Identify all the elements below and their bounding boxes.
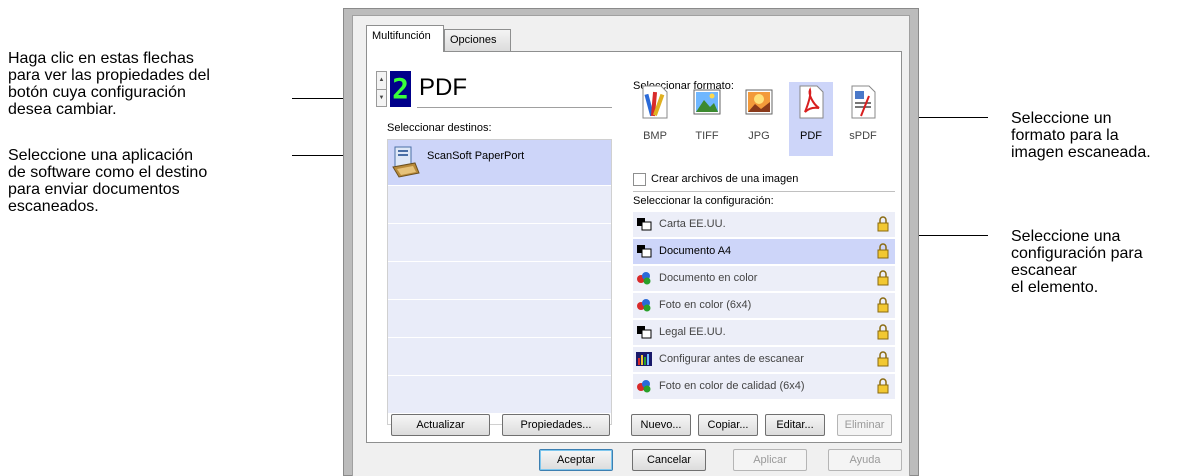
format-tiff[interactable]: TIFF <box>685 82 729 156</box>
format-label: PDF <box>800 130 822 142</box>
config-item-carta[interactable]: Carta EE.UU. <box>633 212 895 237</box>
apply-button[interactable]: Aplicar <box>733 449 807 471</box>
destination-empty-row[interactable] <box>388 376 611 414</box>
bw-document-icon <box>637 245 652 258</box>
lock-icon <box>877 324 889 340</box>
format-pdf[interactable]: PDF <box>789 82 833 156</box>
format-label: JPG <box>748 130 770 142</box>
lock-icon <box>877 243 889 259</box>
edit-button[interactable]: Editar... <box>765 414 825 436</box>
separator <box>633 191 895 192</box>
config-item-documento-a4[interactable]: Documento A4 <box>633 239 895 264</box>
format-label: BMP <box>643 130 667 142</box>
config-item-label: Documento en color <box>659 272 758 284</box>
button-name-underline <box>417 107 612 108</box>
callout-config: Seleccione una configuración para escane… <box>1011 228 1143 296</box>
pdf-icon <box>799 85 824 119</box>
format-label: TIFF <box>695 130 719 142</box>
callout-app-line-3: para enviar documentos <box>8 181 180 198</box>
callout-app-line-4: escaneados. <box>8 198 99 215</box>
format-spdf[interactable]: sPDF <box>841 82 885 156</box>
lock-icon <box>877 378 889 394</box>
callout-arrows-line-3: botón cuya configuración <box>8 84 186 101</box>
bw-document-icon <box>637 326 652 339</box>
destination-empty-row[interactable] <box>388 338 611 376</box>
color-photo-icon <box>637 380 651 393</box>
tab-multifuncion[interactable]: Multifunción <box>366 25 444 52</box>
color-document-icon <box>637 272 651 285</box>
callout-arrows-line-2: para ver las propiedades del <box>8 67 210 84</box>
spinner-down-icon[interactable]: ▼ <box>377 89 386 106</box>
spinner-up-icon[interactable]: ▲ <box>377 72 386 89</box>
callout-app-line-2: de software como el destino <box>8 164 208 181</box>
callout-config-line-1: Seleccione una <box>1011 228 1121 245</box>
configurations-label: Seleccionar la configuración: <box>633 195 774 207</box>
callout-config-line-2: configuración para <box>1011 245 1143 262</box>
format-bmp[interactable]: BMP <box>633 82 677 156</box>
callout-app-line-1: Seleccione una aplicación <box>8 147 194 164</box>
button-number-display: 2 <box>390 71 411 107</box>
callout-config-line-4: el elemento. <box>1011 279 1099 296</box>
destination-empty-row[interactable] <box>388 262 611 300</box>
button-name: PDF <box>419 74 467 101</box>
configuration-list[interactable]: Carta EE.UU. Documento A4 Documento en c… <box>633 212 895 401</box>
format-jpg[interactable]: JPG <box>737 82 781 156</box>
destination-item-paperport[interactable]: ScanSoft PaperPort <box>388 140 611 186</box>
configure-bars-icon <box>636 352 652 366</box>
lock-icon <box>877 297 889 313</box>
config-item-label: Configurar antes de escanear <box>659 353 804 365</box>
lock-icon <box>877 351 889 367</box>
update-button[interactable]: Actualizar <box>391 414 490 436</box>
callout-format: Seleccione un formato para la imagen esc… <box>1011 110 1151 161</box>
callout-format-line-2: formato para la <box>1011 127 1119 144</box>
properties-button[interactable]: Propiedades... <box>502 414 610 436</box>
spdf-icon <box>851 85 876 119</box>
config-item-label: Documento A4 <box>659 245 732 257</box>
single-image-checkbox-label: Crear archivos de una imagen <box>651 173 799 185</box>
destination-list[interactable]: ScanSoft PaperPort <box>387 139 612 425</box>
callout-arrows: Haga clic en estas flechas para ver las … <box>8 50 210 118</box>
copy-button[interactable]: Copiar... <box>698 414 758 436</box>
config-item-label: Carta EE.UU. <box>659 218 726 230</box>
lock-icon <box>877 216 889 232</box>
callout-format-line-1: Seleccione un <box>1011 110 1112 127</box>
destination-item-label: ScanSoft PaperPort <box>427 150 525 162</box>
single-image-checkbox[interactable] <box>633 173 646 186</box>
dialog-body: Multifunción Opciones ▲ ▼ 2 PDF Seleccio… <box>352 15 910 476</box>
help-button[interactable]: Ayuda <box>828 449 902 471</box>
new-button[interactable]: Nuevo... <box>631 414 691 436</box>
config-item-configurar-antes[interactable]: Configurar antes de escanear <box>633 347 895 372</box>
tiff-icon <box>693 89 721 115</box>
config-item-foto-color[interactable]: Foto en color (6x4) <box>633 293 895 318</box>
config-item-label: Legal EE.UU. <box>659 326 726 338</box>
bw-document-icon <box>637 218 652 231</box>
destination-empty-row[interactable] <box>388 224 611 262</box>
config-item-label: Foto en color de calidad (6x4) <box>659 380 805 392</box>
jpg-icon <box>745 89 773 115</box>
paperport-icon <box>392 146 420 178</box>
delete-button[interactable]: Eliminar <box>837 414 892 436</box>
bmp-icon <box>642 85 668 119</box>
destination-empty-row[interactable] <box>388 300 611 338</box>
lock-icon <box>877 270 889 286</box>
ok-button[interactable]: Aceptar <box>539 449 613 471</box>
callout-arrows-line-4: desea cambiar. <box>8 101 117 118</box>
config-item-label: Foto en color (6x4) <box>659 299 752 311</box>
config-item-documento-color[interactable]: Documento en color <box>633 266 895 291</box>
button-spinner[interactable]: ▲ ▼ <box>376 71 387 107</box>
destination-empty-row[interactable] <box>388 186 611 224</box>
format-label: sPDF <box>849 130 877 142</box>
cancel-button[interactable]: Cancelar <box>632 449 706 471</box>
callout-arrows-line-1: Haga clic en estas flechas <box>8 50 194 67</box>
callout-app: Seleccione una aplicación de software co… <box>8 147 207 215</box>
callout-format-line-3: imagen escaneada. <box>1011 144 1151 161</box>
dialog-window: Multifunción Opciones ▲ ▼ 2 PDF Seleccio… <box>343 8 919 476</box>
color-photo-icon <box>637 299 651 312</box>
tab-panel: ▲ ▼ 2 PDF Seleccionar destinos: ScanSoft… <box>366 51 902 443</box>
config-item-legal[interactable]: Legal EE.UU. <box>633 320 895 345</box>
destinations-label: Seleccionar destinos: <box>387 122 492 134</box>
config-item-foto-calidad[interactable]: Foto en color de calidad (6x4) <box>633 374 895 399</box>
tab-opciones[interactable]: Opciones <box>444 29 511 51</box>
callout-config-line-3: escanear <box>1011 262 1077 279</box>
